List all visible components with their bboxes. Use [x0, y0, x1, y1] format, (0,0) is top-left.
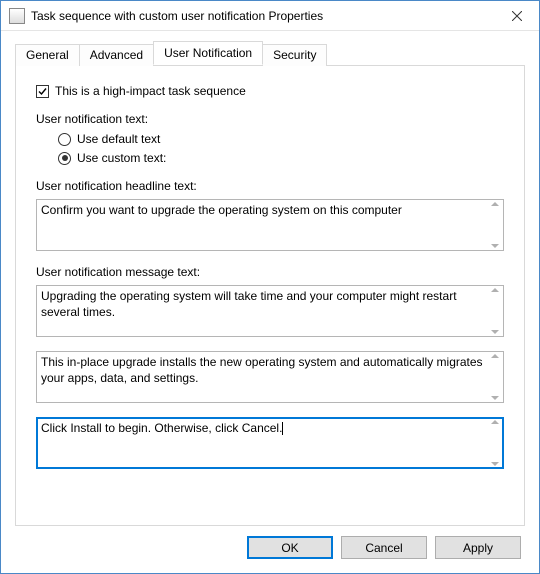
- message3-textarea[interactable]: Click Install to begin. Otherwise, click…: [36, 417, 504, 469]
- message1-spinner[interactable]: [487, 286, 503, 336]
- headline-spinner[interactable]: [487, 200, 503, 250]
- tab-advanced[interactable]: Advanced: [79, 44, 154, 66]
- notification-text-radio-group: Use default text Use custom text:: [58, 132, 504, 165]
- message2-field-wrap: This in-place upgrade installs the new o…: [36, 351, 504, 403]
- radio-custom[interactable]: [58, 152, 71, 165]
- high-impact-label: This is a high-impact task sequence: [55, 84, 246, 98]
- tab-panel-user-notification: This is a high-impact task sequence User…: [15, 66, 525, 526]
- tabstrip: General Advanced User Notification Secur…: [15, 43, 525, 66]
- chevron-down-icon: [491, 330, 499, 334]
- message1-textarea[interactable]: Upgrading the operating system will take…: [36, 285, 504, 337]
- headline-textarea[interactable]: Confirm you want to upgrade the operatin…: [36, 199, 504, 251]
- check-icon: [37, 86, 48, 97]
- chevron-up-icon: [491, 354, 499, 358]
- tab-general[interactable]: General: [15, 44, 80, 66]
- chevron-down-icon: [491, 462, 499, 466]
- close-icon: [512, 11, 522, 21]
- cancel-button[interactable]: Cancel: [341, 536, 427, 559]
- message1-field-wrap: Upgrading the operating system will take…: [36, 285, 504, 337]
- message2-spinner[interactable]: [487, 352, 503, 402]
- message-label: User notification message text:: [36, 265, 504, 279]
- chevron-up-icon: [491, 202, 499, 206]
- tab-security[interactable]: Security: [262, 44, 327, 66]
- chevron-down-icon: [491, 396, 499, 400]
- apply-button[interactable]: Apply: [435, 536, 521, 559]
- headline-field-wrap: Confirm you want to upgrade the operatin…: [36, 199, 504, 251]
- dialog-body: General Advanced User Notification Secur…: [1, 31, 539, 526]
- ok-button[interactable]: OK: [247, 536, 333, 559]
- message3-spinner[interactable]: [487, 418, 503, 468]
- window-system-icon: [9, 8, 25, 24]
- text-caret-icon: [282, 422, 283, 435]
- message3-text: Click Install to begin. Otherwise, click…: [41, 421, 282, 435]
- headline-label: User notification headline text:: [36, 179, 504, 193]
- message3-field-wrap: Click Install to begin. Otherwise, click…: [36, 417, 504, 469]
- radio-custom-label: Use custom text:: [77, 151, 166, 165]
- window-title: Task sequence with custom user notificat…: [31, 9, 494, 23]
- notification-text-label: User notification text:: [36, 112, 504, 126]
- radio-default[interactable]: [58, 133, 71, 146]
- high-impact-row[interactable]: This is a high-impact task sequence: [36, 84, 504, 98]
- dialog-button-row: OK Cancel Apply: [247, 536, 521, 559]
- high-impact-checkbox[interactable]: [36, 85, 49, 98]
- titlebar: Task sequence with custom user notificat…: [1, 1, 539, 31]
- chevron-down-icon: [491, 244, 499, 248]
- message2-textarea[interactable]: This in-place upgrade installs the new o…: [36, 351, 504, 403]
- chevron-up-icon: [491, 288, 499, 292]
- properties-dialog: { "window": { "title": "Task sequence wi…: [1, 1, 539, 573]
- radio-default-row[interactable]: Use default text: [58, 132, 504, 146]
- radio-custom-row[interactable]: Use custom text:: [58, 151, 504, 165]
- tab-user-notification[interactable]: User Notification: [153, 41, 263, 65]
- chevron-up-icon: [491, 420, 499, 424]
- radio-default-label: Use default text: [77, 132, 160, 146]
- radio-dot-icon: [62, 155, 68, 161]
- close-button[interactable]: [494, 1, 539, 30]
